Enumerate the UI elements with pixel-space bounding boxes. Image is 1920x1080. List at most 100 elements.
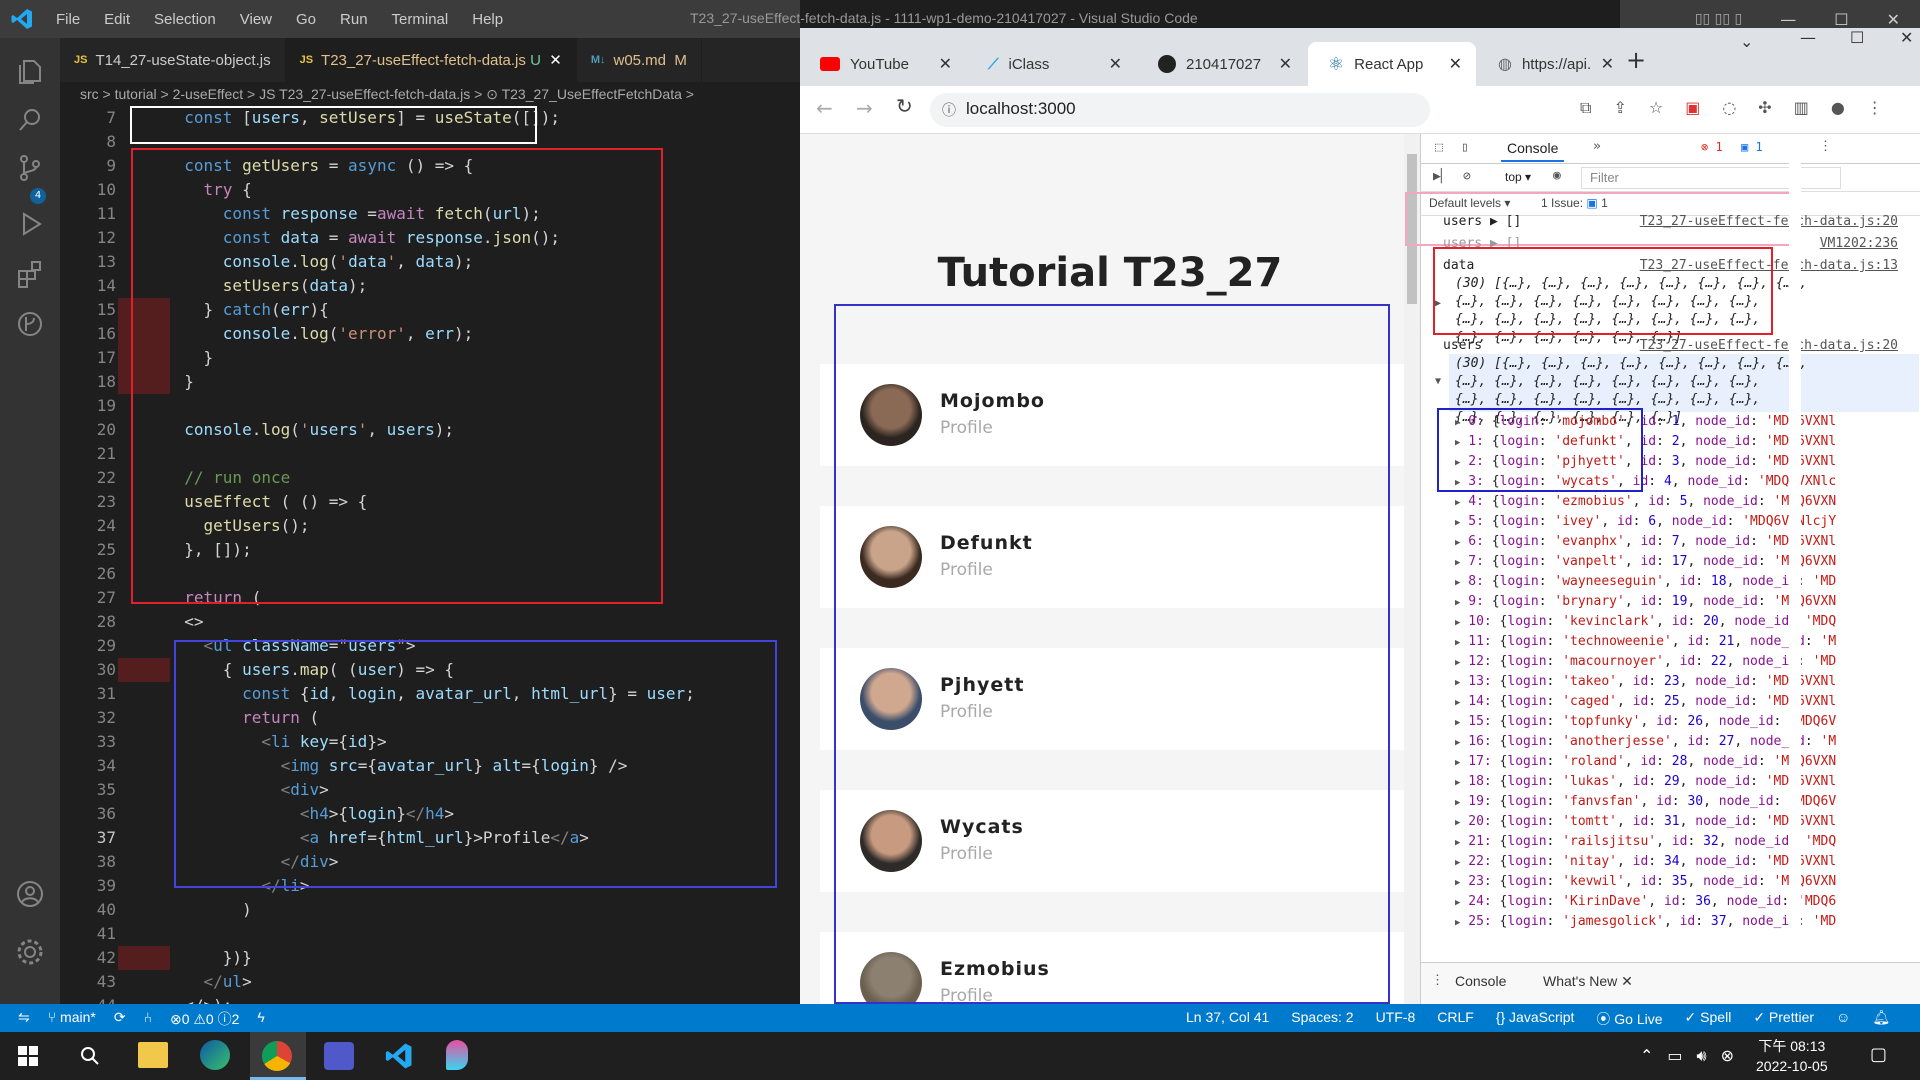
breadcrumb[interactable]: src > tutorial > 2-useEffect > JS T23_27… <box>60 82 800 106</box>
sync-icon[interactable]: ⟳ <box>114 1009 126 1029</box>
chrome-minimize[interactable]: — <box>1800 28 1816 47</box>
cursor-position[interactable]: Ln 37, Col 41 <box>1186 1009 1269 1029</box>
chrome-tab-iclass[interactable]: ⟋ iClass ✕ <box>968 42 1136 86</box>
array-entry[interactable]: ▶ 20: {login: 'tomtt', id: 31, node_id: … <box>1455 814 1836 829</box>
forward-icon[interactable]: → <box>856 96 873 120</box>
array-entry[interactable]: ▶ 24: {login: 'KirinDave', id: 36, node_… <box>1455 894 1836 909</box>
array-entry[interactable]: ▶ 7: {login: 'vanpelt', id: 17, node_id:… <box>1455 554 1836 569</box>
page-scrollbar[interactable] <box>1404 134 1420 1004</box>
feedback-icon[interactable]: ☺ <box>1836 1009 1850 1029</box>
taskbar-search-icon[interactable] <box>78 1044 102 1068</box>
array-entry[interactable]: ▶ 6: {login: 'evanphx', id: 7, node_id: … <box>1455 534 1836 549</box>
console-filter-input[interactable]: Filter <box>1581 167 1841 189</box>
chrome-tab-api[interactable]: ◍ https://api. ✕ <box>1478 42 1628 86</box>
back-icon[interactable]: ← <box>816 96 833 120</box>
clear-console-icon[interactable]: ⊘ <box>1463 169 1471 184</box>
console-log-users-empty[interactable]: users ▶ [] <box>1443 214 1521 229</box>
reload-icon[interactable]: ↻ <box>896 94 913 118</box>
menu-kebab-icon[interactable]: ⋮ <box>1867 98 1883 118</box>
close-button[interactable]: ✕ <box>1887 10 1900 29</box>
notification-center-icon[interactable]: ▢ <box>1870 1044 1887 1065</box>
close-tab-icon[interactable]: ✕ <box>1449 54 1462 74</box>
tray-expand-icon[interactable]: ⌃ <box>1640 1046 1653 1066</box>
prettier-status[interactable]: ✓ Prettier <box>1753 1009 1814 1029</box>
context-select[interactable]: top ▾ <box>1505 170 1531 184</box>
array-entry[interactable]: ▶ 9: {login: 'brynary', id: 19, node_id:… <box>1455 594 1836 609</box>
sidepanel-icon[interactable]: ▥ <box>1794 98 1809 118</box>
bookmark-star-icon[interactable]: ☆ <box>1649 98 1663 118</box>
array-entry[interactable]: ▶ 5: {login: 'ivey', id: 6, node_id: 'MD… <box>1455 514 1836 529</box>
array-entry[interactable]: ▶ 18: {login: 'lukas', id: 29, node_id: … <box>1455 774 1836 789</box>
volume-icon[interactable]: 🔊︎ <box>1697 1046 1707 1066</box>
sidebar-toggle-icon[interactable]: ▶▏ <box>1433 169 1449 184</box>
extension-icon[interactable]: ◌ <box>1722 98 1736 118</box>
array-entry[interactable]: ▶ 14: {login: 'caged', id: 25, node_id: … <box>1455 694 1836 709</box>
chrome-tab-youtube[interactable]: YouTube ✕ <box>800 42 966 86</box>
line-ending[interactable]: CRLF <box>1437 1009 1474 1029</box>
chrome-tab-github[interactable]: 210417027 ✕ <box>1138 42 1306 86</box>
code-editor[interactable]: 7 const [users, setUsers] = useState([])… <box>60 106 800 1015</box>
close-tab-icon[interactable]: ✕ <box>549 51 562 69</box>
array-entry[interactable]: ▶ 21: {login: 'railsjitsu', id: 32, node… <box>1455 834 1836 849</box>
network-icon[interactable]: ▭ <box>1667 1046 1682 1066</box>
log-source-link[interactable]: VM1202:236 <box>1820 236 1898 251</box>
array-entry[interactable]: ▶ 25: {login: 'jamesgolick', id: 37, nod… <box>1455 914 1836 929</box>
array-entry[interactable]: ▶ 17: {login: 'roland', id: 28, node_id:… <box>1455 754 1836 769</box>
clock[interactable]: 下午 08:13 2022-10-05 <box>1756 1036 1828 1076</box>
pin-app-icon[interactable] <box>446 1040 468 1070</box>
array-entry[interactable]: ▶ 22: {login: 'nitay', id: 34, node_id: … <box>1455 854 1836 869</box>
explorer-icon[interactable] <box>14 56 46 88</box>
vscode-taskbar-icon[interactable] <box>384 1041 414 1071</box>
indentation[interactable]: Spaces: 2 <box>1291 1009 1353 1029</box>
inspect-icon[interactable]: ⬚ <box>1435 140 1443 155</box>
problems-indicator[interactable]: ⊗0 ⚠0 ⓘ2 <box>170 1009 239 1029</box>
drawer-tab-whats-new[interactable]: What's New ✕ <box>1543 973 1633 990</box>
devtools-menu-icon[interactable]: ⋮ <box>1819 139 1832 154</box>
share-icon[interactable]: ⇪ <box>1613 98 1626 118</box>
close-tab-icon[interactable]: ✕ <box>1601 54 1614 74</box>
edge-icon[interactable] <box>200 1040 230 1070</box>
tab-search-icon[interactable]: ⌄ <box>1740 32 1753 51</box>
array-entry[interactable]: ▶ 16: {login: 'anotherjesse', id: 27, no… <box>1455 734 1836 749</box>
log-source-link[interactable]: T23_27-useEffect-fetch-data.js:20 <box>1640 338 1898 353</box>
run-debug-icon[interactable] <box>14 208 46 240</box>
collapse-arrow-icon[interactable]: ▼ <box>1435 376 1441 387</box>
chrome-taskbar-button[interactable] <box>250 1032 306 1080</box>
teams-icon[interactable] <box>324 1042 354 1070</box>
array-entry[interactable]: ▶ 13: {login: 'takeo', id: 23, node_id: … <box>1455 674 1836 689</box>
menu-item-file[interactable]: File <box>44 11 92 28</box>
chrome-close[interactable]: ✕ <box>1900 28 1913 47</box>
log-source-link[interactable]: T23_27-useEffect-fetch-data.js:20 <box>1640 214 1898 229</box>
devtools-tab-console[interactable]: Console <box>1501 140 1565 162</box>
extensions-icon[interactable] <box>14 258 46 290</box>
error-count[interactable]: ⊗ 1 <box>1701 140 1723 154</box>
devtools-scrollbar[interactable] <box>1789 134 1801 964</box>
chrome-maximize[interactable]: ☐ <box>1850 28 1864 47</box>
array-entry[interactable]: ▶ 23: {login: 'kevwil', id: 35, node_id:… <box>1455 874 1836 889</box>
chrome-tab-react-app[interactable]: ⚛ React App ✕ <box>1308 42 1476 86</box>
git-graph-status-icon[interactable]: ⑃ <box>144 1009 152 1029</box>
minimize-button[interactable]: — <box>1780 10 1796 29</box>
array-entry[interactable]: ▶ 10: {login: 'kevinclark', id: 20, node… <box>1455 614 1836 629</box>
translate-icon[interactable]: ⧉ <box>1580 98 1591 118</box>
message-count[interactable]: ▣ 1 <box>1741 140 1763 154</box>
menu-item-edit[interactable]: Edit <box>92 11 142 28</box>
windows-start-icon[interactable] <box>18 1046 38 1066</box>
go-live-button[interactable]: ⦿ Go Live <box>1596 1009 1662 1029</box>
puzzle-icon[interactable]: ✣ <box>1758 98 1771 118</box>
settings-gear-icon[interactable] <box>14 936 46 968</box>
menu-item-help[interactable]: Help <box>460 11 515 28</box>
array-entry[interactable]: ▶ 4: {login: 'ezmobius', id: 5, node_id:… <box>1455 494 1836 509</box>
search-icon[interactable] <box>14 104 46 136</box>
drawer-tab-console[interactable]: Console <box>1455 973 1506 989</box>
lightning-icon[interactable]: ϟ <box>257 1009 264 1029</box>
notifications-bell-icon[interactable]: 🔔︎ <box>1872 1009 1890 1029</box>
menu-item-selection[interactable]: Selection <box>142 11 228 28</box>
remote-icon[interactable]: ⇋ <box>18 1009 30 1029</box>
menu-item-view[interactable]: View <box>228 11 284 28</box>
array-entry[interactable]: ▶ 19: {login: 'fanvsfan', id: 30, node_i… <box>1455 794 1836 809</box>
more-tabs-icon[interactable]: » <box>1593 139 1601 154</box>
tab-w05-md[interactable]: M↓ w05.md M <box>577 38 702 82</box>
branch-indicator[interactable]: ⑂ main* <box>48 1009 96 1029</box>
drawer-menu-icon[interactable]: ⋮ <box>1431 973 1444 988</box>
